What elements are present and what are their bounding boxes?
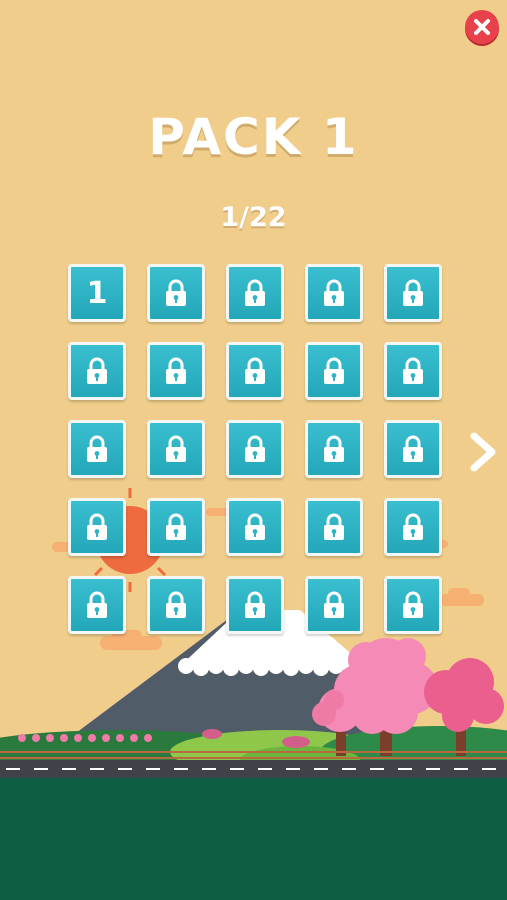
level-tile[interactable] (68, 576, 126, 634)
padlock-icon (401, 279, 425, 307)
padlock-icon (401, 513, 425, 541)
padlock-icon (243, 435, 267, 463)
pack-title: PACK 1 (148, 108, 359, 166)
padlock-icon (243, 279, 267, 307)
level-tile[interactable] (68, 498, 126, 556)
padlock-icon (243, 591, 267, 619)
padlock-icon (243, 513, 267, 541)
level-tile[interactable] (384, 420, 442, 478)
close-x-icon (474, 19, 490, 35)
level-tile[interactable] (305, 264, 363, 322)
level-tile[interactable] (384, 576, 442, 634)
padlock-icon (164, 513, 188, 541)
padlock-icon (401, 357, 425, 385)
padlock-icon (243, 357, 267, 385)
padlock-icon (322, 591, 346, 619)
pack-progress: 1/22 (220, 202, 287, 233)
padlock-icon (401, 591, 425, 619)
padlock-icon (85, 513, 109, 541)
level-tile[interactable] (147, 264, 205, 322)
padlock-icon (164, 435, 188, 463)
level-tile[interactable] (147, 342, 205, 400)
level-tile[interactable] (384, 498, 442, 556)
level-tile[interactable] (226, 264, 284, 322)
padlock-icon (322, 513, 346, 541)
level-tile[interactable] (305, 576, 363, 634)
level-tile[interactable] (226, 498, 284, 556)
level-tile[interactable] (147, 420, 205, 478)
level-tile[interactable] (226, 576, 284, 634)
next-pack-chevron-right-icon[interactable] (466, 430, 498, 474)
padlock-icon (401, 435, 425, 463)
close-button[interactable] (465, 10, 499, 44)
level-tile[interactable] (68, 420, 126, 478)
level-tile[interactable] (147, 498, 205, 556)
padlock-icon (164, 357, 188, 385)
level-tile[interactable] (226, 420, 284, 478)
padlock-icon (85, 435, 109, 463)
padlock-icon (322, 357, 346, 385)
level-tile[interactable] (384, 342, 442, 400)
padlock-icon (164, 279, 188, 307)
level-tile[interactable] (226, 342, 284, 400)
padlock-icon (322, 279, 346, 307)
padlock-icon (322, 435, 346, 463)
padlock-icon (164, 591, 188, 619)
padlock-icon (85, 591, 109, 619)
padlock-icon (85, 357, 109, 385)
level-tile[interactable]: 1 (68, 264, 126, 322)
level-tile[interactable] (68, 342, 126, 400)
level-tile[interactable] (147, 576, 205, 634)
level-tile[interactable] (305, 498, 363, 556)
level-tile[interactable] (384, 264, 442, 322)
level-grid: 1 (68, 264, 442, 634)
level-tile[interactable] (305, 420, 363, 478)
level-tile[interactable] (305, 342, 363, 400)
level-number: 1 (86, 275, 108, 311)
